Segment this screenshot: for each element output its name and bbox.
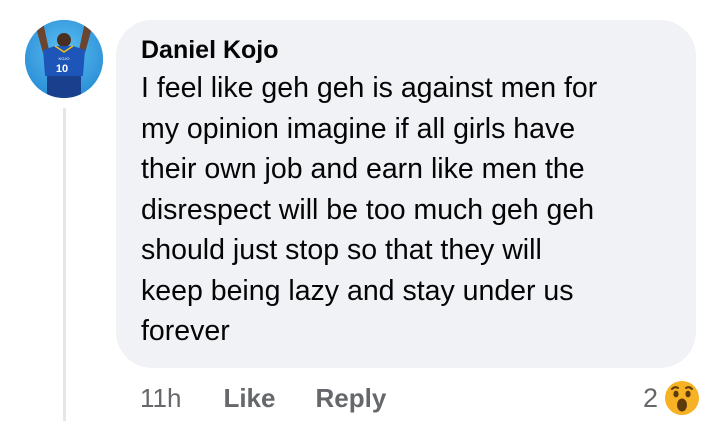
comment-thread: KOJO 10 Daniel Kojo I feel like geh geh … <box>0 0 720 421</box>
like-button[interactable]: Like <box>223 383 275 414</box>
thread-line <box>63 108 66 421</box>
avatar-jersey-name: KOJO <box>59 56 70 61</box>
comment-text: I feel like geh geh is against men for m… <box>141 68 681 352</box>
avatar-photo-icon: KOJO 10 <box>25 20 103 98</box>
comment-line: should just stop so that they will <box>141 234 542 266</box>
reaction-count: 2 <box>642 382 658 413</box>
avatar[interactable]: KOJO 10 <box>25 20 103 98</box>
comment-line: disrespect will be too much geh geh <box>141 193 595 226</box>
comment-line: my opinion imagine if all girls have <box>141 112 576 145</box>
comment-timestamp[interactable]: 11h <box>140 383 181 414</box>
comment-line: I feel like geh geh is against men for <box>141 72 598 104</box>
comment-actions: 11h Like Reply <box>140 378 426 418</box>
wow-emoji-icon <box>663 379 701 417</box>
comment-line: keep being lazy and stay under us <box>141 274 574 307</box>
reply-button[interactable]: Reply <box>315 383 386 414</box>
comment-line: forever <box>141 315 230 347</box>
avatar-jersey-number: 10 <box>56 63 68 75</box>
comment-bubble: Daniel Kojo I feel like geh geh is again… <box>116 20 696 368</box>
reaction-summary[interactable]: 2 <box>643 376 702 420</box>
comment-author[interactable]: Daniel Kojo <box>141 34 676 66</box>
comment-line: their own job and earn like men the <box>141 153 585 185</box>
